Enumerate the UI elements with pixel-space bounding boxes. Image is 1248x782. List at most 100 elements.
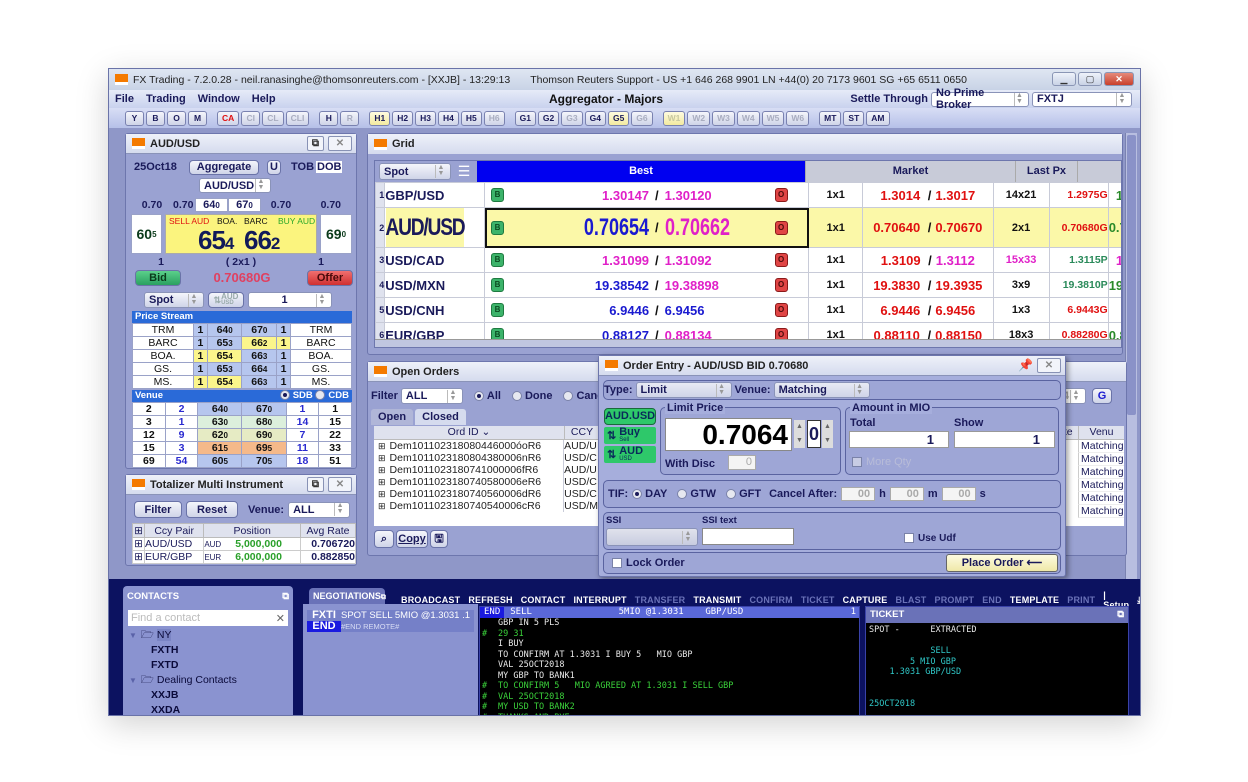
- best-ask[interactable]: 1.31092: [665, 253, 775, 268]
- reset-button[interactable]: Reset: [186, 501, 238, 518]
- grid-tenor-select[interactable]: Spot ▲ ▼: [379, 163, 451, 180]
- best-ask[interactable]: 1.30120: [665, 188, 775, 203]
- orders-filter-select[interactable]: ALL ▲ ▼: [400, 388, 463, 404]
- order-row[interactable]: ⊞ Dem1011023180741000006fR6 AUD/U: [374, 464, 599, 476]
- depth-bid-price[interactable]: 620: [197, 428, 243, 442]
- layout-button-g4[interactable]: G4: [584, 110, 606, 126]
- layout-button-st[interactable]: ST: [843, 110, 865, 126]
- layout-button-w1[interactable]: W1: [662, 110, 686, 126]
- price-stream-row[interactable]: BARC 1 653 662 1 BARC: [131, 336, 353, 350]
- order-venue-select[interactable]: Matching ▲ ▼: [773, 382, 870, 398]
- grid-row[interactable]: 4 USD/MXN B 19.38542/19.38898 O 1x1 19.3830 /1…: [375, 272, 1121, 298]
- offer-button[interactable]: O: [774, 188, 788, 202]
- layout-button-h6[interactable]: H6: [483, 110, 505, 126]
- depth-ask-price[interactable]: 695: [241, 441, 287, 455]
- price-stream-row[interactable]: GS. 1 653 664 1 GS.: [131, 362, 353, 376]
- contact-item[interactable]: FXTD: [129, 658, 287, 673]
- grid-row[interactable]: 1 GBP/USD B 1.30147/1.30120 O 1x1 1.3014 /1.30…: [375, 182, 1121, 208]
- order-row[interactable]: ⊞ Dem1011023180804380006nR6 USD/C: [374, 452, 599, 464]
- depth-bid-price[interactable]: 630: [197, 415, 243, 429]
- tab-negotiations[interactable]: NEGOTIATIONS⧉: [309, 588, 386, 604]
- depth-ask-price[interactable]: 680: [241, 415, 287, 429]
- depth-bid-price[interactable]: 615: [197, 441, 243, 455]
- menu-window[interactable]: Window: [192, 93, 246, 105]
- prime-broker-select[interactable]: No Prime Broker ▲ ▼: [931, 87, 1029, 111]
- totalizer-row[interactable]: ⊞ EUR/GBP EUR 6,000,000 0.882850: [132, 550, 357, 564]
- pair-select[interactable]: AUD/USD ▲ ▼: [199, 178, 271, 193]
- depth-bid-price[interactable]: 640: [197, 402, 243, 416]
- disc-input[interactable]: 0: [728, 455, 756, 470]
- ccy-header[interactable]: CCY: [564, 426, 599, 439]
- offer-button[interactable]: O: [774, 220, 788, 235]
- expand-icon[interactable]: ⊞: [132, 550, 145, 564]
- menu-file[interactable]: File: [109, 93, 140, 105]
- bid-price[interactable]: 654: [206, 375, 243, 389]
- bid-price[interactable]: 653: [206, 362, 243, 376]
- show-amount-input[interactable]: 1: [954, 431, 1055, 448]
- more-qty-checkbox[interactable]: [852, 457, 862, 468]
- offer-button[interactable]: O: [774, 278, 788, 292]
- sdb-radio[interactable]: [279, 390, 290, 401]
- use-udf-checkbox[interactable]: [904, 533, 914, 544]
- currency-pair[interactable]: GBP/USD: [384, 182, 486, 208]
- offer-button[interactable]: O: [774, 253, 788, 267]
- layout-button-am[interactable]: AM: [866, 110, 890, 126]
- cancel-minutes-input[interactable]: 00: [889, 487, 924, 501]
- sell-price-button[interactable]: 654: [198, 225, 234, 256]
- lock-order-checkbox[interactable]: [612, 558, 622, 569]
- ssi-select[interactable]: ▲ ▼: [606, 528, 698, 546]
- ask-price[interactable]: 662: [241, 336, 278, 350]
- layout-button-g2[interactable]: G2: [537, 110, 560, 126]
- pip-input[interactable]: 0: [807, 420, 821, 448]
- layout-button-mt[interactable]: MT: [819, 110, 842, 126]
- search-icon[interactable]: ⌕: [374, 530, 394, 548]
- depth-bid-price[interactable]: 605: [197, 454, 243, 468]
- offer-button[interactable]: O: [774, 303, 788, 317]
- contact-group[interactable]: ▼ 🗁 Dealing Contacts: [129, 673, 287, 688]
- contact-group[interactable]: ▼ 🗁 NY: [129, 628, 287, 643]
- contact-item[interactable]: FXTH: [129, 643, 287, 658]
- layout-button-h5[interactable]: H5: [460, 110, 482, 126]
- cancel-hours-input[interactable]: 00: [841, 487, 876, 501]
- depth-ask-price[interactable]: 705: [241, 454, 287, 468]
- menu-trading[interactable]: Trading: [140, 93, 192, 105]
- offer-button[interactable]: Offer: [307, 270, 353, 286]
- layout-button-w5[interactable]: W5: [761, 110, 785, 126]
- action-ticket[interactable]: TICKET: [797, 595, 839, 605]
- buy-button[interactable]: B: [491, 188, 505, 202]
- restore-icon[interactable]: ⧉: [307, 136, 324, 151]
- layout-button-cl[interactable]: CL: [262, 110, 284, 126]
- clear-icon[interactable]: ✕: [276, 612, 285, 625]
- order-row[interactable]: ⊞ Dem1011023180740580006eR6 USD/C: [374, 476, 599, 488]
- expand-icon[interactable]: ⊞: [378, 465, 386, 475]
- pair-button[interactable]: AUD.USD: [604, 408, 656, 425]
- buy-price-button[interactable]: 662: [244, 225, 280, 256]
- close-icon[interactable]: ✕: [1037, 358, 1061, 373]
- totalizer-column-header[interactable]: Ccy Pair: [143, 523, 205, 538]
- expand-arrow-icon[interactable]: ▼: [129, 676, 137, 685]
- layout-button-b[interactable]: B: [146, 110, 165, 126]
- ask-price[interactable]: 663: [241, 349, 278, 363]
- price-stream-row[interactable]: TRM 1 640 670 1 TRM: [131, 323, 353, 337]
- go-button[interactable]: G: [1092, 388, 1112, 404]
- contact-item[interactable]: XXJB: [129, 688, 287, 703]
- bid-price[interactable]: 653: [206, 336, 243, 350]
- action-print[interactable]: PRINT: [1063, 595, 1099, 605]
- depth-ask-price[interactable]: 690: [241, 428, 287, 442]
- layout-button-g6[interactable]: G6: [631, 110, 653, 126]
- grid-horizontal-scrollbar[interactable]: [375, 339, 1121, 347]
- pin-icon[interactable]: 📌: [1018, 358, 1033, 373]
- cancelled-radio[interactable]: [563, 391, 574, 402]
- price-stream-row[interactable]: MS. 1 654 663 1 MS.: [131, 375, 353, 389]
- venue-header[interactable]: Venu: [1078, 426, 1124, 439]
- currency-toggle[interactable]: ⇅ AUD USD: [604, 445, 656, 463]
- layout-button-h2[interactable]: H2: [392, 110, 414, 126]
- amount-input[interactable]: 1 ▲ ▼: [248, 292, 332, 308]
- expand-icon[interactable]: ⊞: [378, 441, 386, 451]
- bid-button[interactable]: Bid: [135, 270, 181, 286]
- buy-button[interactable]: B: [491, 303, 505, 317]
- order-type-select[interactable]: Limit ▲ ▼: [635, 382, 732, 398]
- tif-day-radio[interactable]: [632, 489, 643, 500]
- aggregate-button[interactable]: Aggregate: [189, 159, 259, 175]
- expand-icon[interactable]: ⊞: [378, 489, 386, 499]
